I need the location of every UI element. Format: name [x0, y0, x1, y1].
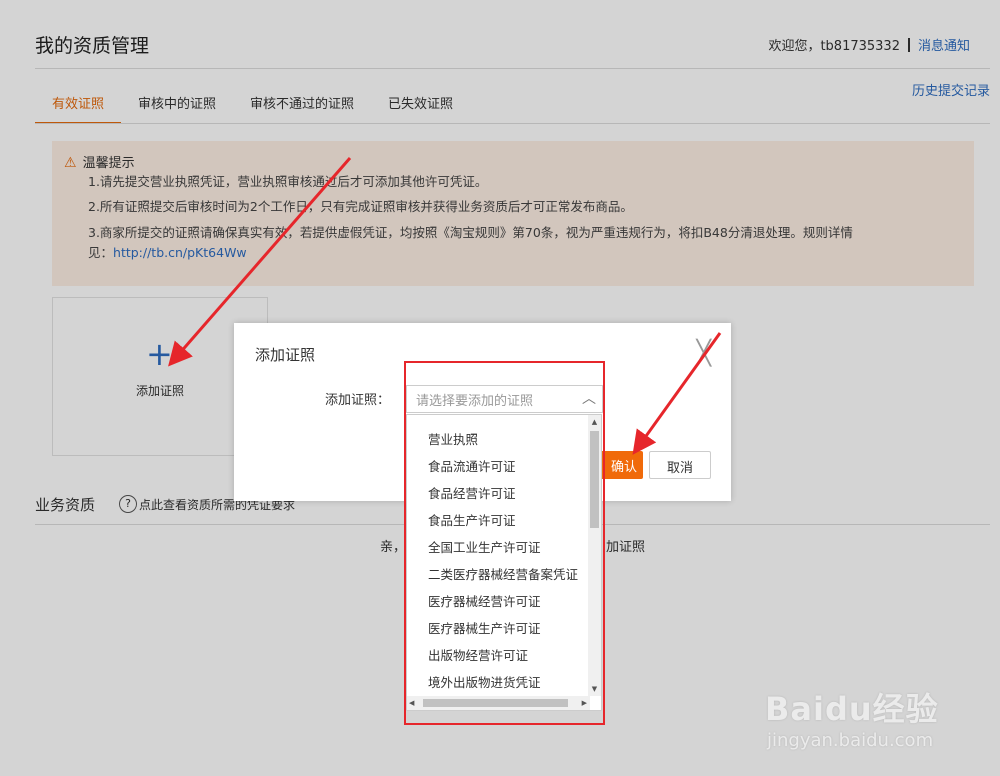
- watermark-brand: Baidu经验: [765, 690, 939, 728]
- annotation-arrow-2: [632, 332, 722, 455]
- baidu-watermark: Baidu经验 jingyan.baidu.com: [765, 666, 955, 761]
- annotation-arrow-1: [168, 157, 352, 367]
- watermark-url: jingyan.baidu.com: [767, 730, 934, 751]
- annotation-arrows: [168, 157, 722, 455]
